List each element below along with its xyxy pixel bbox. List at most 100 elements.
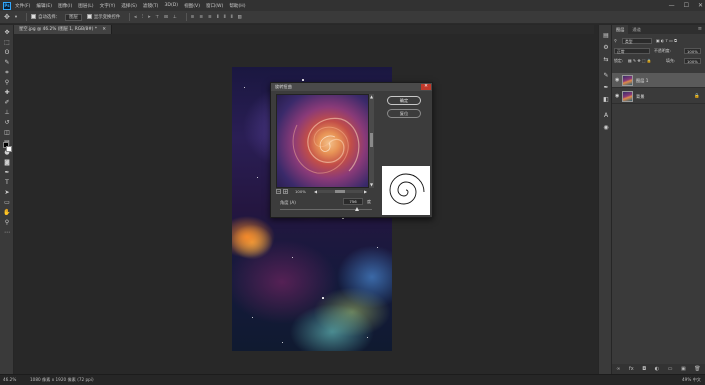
brush-tool-icon[interactable]: ✐	[2, 98, 12, 107]
opacity-input[interactable]: 100%	[684, 48, 701, 54]
menu-view[interactable]: 视图(V)	[184, 3, 200, 9]
character-panel-icon[interactable]: A	[602, 111, 610, 119]
close-window-button[interactable]: ✕	[698, 2, 703, 9]
eye-icon[interactable]: ◉	[615, 93, 619, 99]
marquee-tool-icon[interactable]: ⬚	[2, 38, 12, 47]
dialog-title[interactable]: 旋转扭曲	[271, 83, 432, 91]
distribute-middle-icon[interactable]: ≡	[199, 15, 203, 20]
tab-layers[interactable]: 图层	[612, 25, 629, 34]
quick-mask-icon[interactable]: ◙	[2, 158, 12, 167]
scroll-up-icon[interactable]: ▲	[369, 94, 374, 99]
distribute-left-icon[interactable]: ⦀	[217, 14, 219, 20]
crop-tool-icon[interactable]: ⌗	[2, 68, 12, 77]
auto-select-checkbox[interactable]: 自动选择：	[31, 14, 60, 20]
preview-hscroll-thumb[interactable]	[335, 190, 345, 193]
libraries-panel-icon[interactable]: ◉	[602, 123, 610, 131]
quick-select-tool-icon[interactable]: ✎	[2, 58, 12, 67]
layer-row[interactable]: ◉ 图层 1	[612, 73, 705, 88]
background-color-swatch[interactable]	[6, 146, 12, 152]
move-tool-preset-icon[interactable]: ▾	[15, 15, 17, 20]
menu-select[interactable]: 选择(S)	[121, 3, 137, 9]
panel-menu-icon[interactable]: ≡	[698, 25, 702, 34]
rectangle-tool-icon[interactable]: ▭	[2, 198, 12, 207]
pen-tool-icon[interactable]: ✒	[2, 168, 12, 177]
adjustments-panel-icon[interactable]: ⇆	[602, 55, 610, 63]
adjustment-layer-icon[interactable]: ◐	[655, 366, 659, 372]
menu-3d[interactable]: 3D(D)	[164, 3, 178, 8]
maximize-button[interactable]: ☐	[684, 2, 689, 9]
reset-button[interactable]: 复位	[387, 109, 421, 118]
star	[322, 297, 324, 299]
align-middle-icon[interactable]: ⊟	[164, 15, 168, 20]
zoom-tool-icon[interactable]: ⚲	[2, 218, 12, 227]
eyedropper-tool-icon[interactable]: ⚲	[2, 78, 12, 87]
minimize-button[interactable]: —	[669, 2, 675, 9]
document-tab[interactable]: 星空.jpg @ 46.2% (图层 1, RGB/8#) * ✕	[14, 25, 112, 34]
align-top-icon[interactable]: ⊤	[155, 15, 159, 20]
lasso-tool-icon[interactable]: ʘ	[2, 48, 12, 57]
paths-panel-icon[interactable]: ✒	[602, 83, 610, 91]
preview-scroll-thumb[interactable]	[370, 133, 373, 147]
new-layer-icon[interactable]: ▣	[681, 366, 686, 372]
layer-kind-dropdown[interactable]: 类型	[622, 38, 652, 44]
menu-filter[interactable]: 滤镜(T)	[143, 3, 159, 9]
link-layers-icon[interactable]: ∞	[616, 366, 620, 372]
auto-select-dropdown[interactable]: 图层	[65, 13, 82, 21]
filter-icons[interactable]: ▣ ◐ T ▭ ⧉	[656, 37, 677, 45]
history-panel-icon[interactable]: ▤	[602, 31, 610, 39]
clone-stamp-tool-icon[interactable]: ⊥	[2, 108, 12, 117]
more-tools-icon[interactable]: ⋯	[2, 228, 12, 237]
scroll-left-icon[interactable]: ◀	[314, 189, 317, 194]
move-icon[interactable]: ✥	[4, 13, 10, 21]
filter-preview[interactable]	[276, 94, 369, 188]
lock-icons[interactable]: ▦ ✎ ✥ ⬚ 🔒	[628, 57, 652, 65]
menu-edit[interactable]: 编辑(E)	[36, 3, 52, 9]
menu-window[interactable]: 窗口(W)	[206, 3, 223, 9]
healing-brush-tool-icon[interactable]: ✚	[2, 88, 12, 97]
tab-close-icon[interactable]: ✕	[102, 27, 106, 32]
distribute-center-icon[interactable]: ⦀	[224, 14, 226, 20]
trash-icon[interactable]: 🗑	[694, 366, 700, 372]
zoom-in-button[interactable]: +	[283, 189, 288, 194]
layer-mask-icon[interactable]: ◘	[642, 366, 646, 372]
auto-align-icon[interactable]: ▥	[238, 15, 242, 20]
dialog-close-icon[interactable]: ✕	[421, 84, 431, 90]
align-bottom-icon[interactable]: ⊥	[173, 15, 177, 20]
menu-image[interactable]: 图像(I)	[58, 3, 72, 9]
move-tool-icon[interactable]: ✥	[2, 28, 12, 37]
show-transform-checkbox[interactable]: 显示变换控件	[86, 14, 120, 20]
ok-button[interactable]: 确定	[387, 96, 421, 105]
scroll-right-icon[interactable]: ▶	[364, 189, 367, 194]
type-tool-icon[interactable]: T	[2, 178, 12, 187]
distribute-top-icon[interactable]: ≡	[191, 15, 195, 20]
panel-tabs: 图层 通道	[612, 25, 705, 34]
align-right-icon[interactable]: ⫸	[148, 14, 150, 20]
path-select-tool-icon[interactable]: ➤	[2, 188, 12, 197]
tab-channels[interactable]: 通道	[628, 25, 644, 34]
fill-input[interactable]: 100%	[684, 58, 701, 64]
styles-panel-icon[interactable]: ◧	[602, 95, 610, 103]
layer-row[interactable]: ◉ 背景 🔒	[612, 89, 705, 104]
zoom-out-button[interactable]: −	[276, 189, 281, 194]
brush-panel-icon[interactable]: ✎	[602, 71, 610, 79]
eye-icon[interactable]: ◉	[615, 77, 619, 83]
group-icon[interactable]: ▭	[668, 366, 673, 372]
menu-file[interactable]: 文件(F)	[15, 3, 30, 9]
properties-panel-icon[interactable]: ⚙	[602, 43, 610, 51]
menu-type[interactable]: 文字(Y)	[100, 3, 116, 9]
layer-style-icon[interactable]: fx	[629, 366, 634, 372]
blend-mode-dropdown[interactable]: 正常	[614, 48, 650, 54]
distribute-right-icon[interactable]: ⦀	[231, 14, 233, 20]
scroll-down-icon[interactable]: ▼	[369, 182, 374, 187]
align-left-icon[interactable]: ⫷	[134, 14, 136, 20]
history-brush-tool-icon[interactable]: ↺	[2, 118, 12, 127]
distribute-bottom-icon[interactable]: ≡	[208, 15, 212, 20]
menu-help[interactable]: 帮助(H)	[229, 3, 245, 9]
align-center-icon[interactable]: ⫶	[142, 14, 143, 20]
angle-slider-knob[interactable]	[355, 207, 359, 211]
menu-layer[interactable]: 图层(L)	[78, 3, 93, 9]
hand-tool-icon[interactable]: ✋	[2, 208, 12, 217]
angle-input[interactable]: 756	[343, 198, 363, 205]
zoom-level[interactable]: 46.2%	[3, 377, 16, 382]
eraser-tool-icon[interactable]: ◫	[2, 128, 12, 137]
